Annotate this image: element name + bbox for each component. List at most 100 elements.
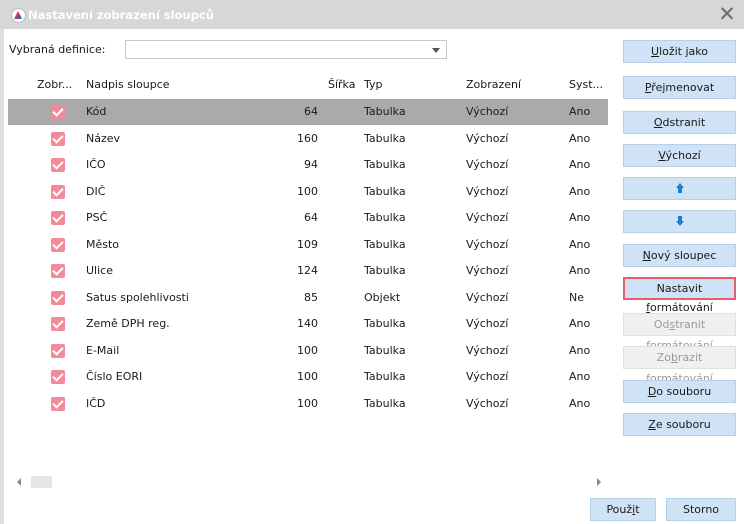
cell-caption: Název [86, 131, 121, 145]
show-checkbox[interactable] [51, 237, 65, 252]
header-show[interactable]: Zobr... [37, 78, 72, 91]
cancel-button[interactable]: Storno [666, 498, 736, 521]
header-type[interactable]: Typ [364, 78, 383, 91]
show-checkbox[interactable] [51, 131, 65, 146]
table-row[interactable]: Země DPH reg. 140 Tabulka Výchozí Ano [8, 311, 608, 337]
from-file-button[interactable]: Ze souboru [623, 413, 736, 436]
table-row[interactable]: DIČ 100 Tabulka Výchozí Ano [8, 179, 608, 205]
cell-width: 64 [304, 105, 318, 118]
table-row[interactable]: Číslo EORI 100 Tabulka Výchozí Ano [8, 364, 608, 390]
cell-display: Výchozí [466, 317, 509, 330]
table-row[interactable]: PSČ 64 Tabulka Výchozí Ano [8, 205, 608, 231]
cell-system: Ano [569, 158, 591, 171]
header-system[interactable]: Syst... [569, 78, 603, 91]
cell-display: Výchozí [466, 343, 509, 357]
definition-label: Vybraná definice: [9, 43, 106, 56]
show-checkbox[interactable] [51, 343, 65, 358]
cell-display: Výchozí [466, 396, 509, 410]
save-as-button[interactable]: Uložit jako [623, 40, 736, 63]
cell-caption: Město [86, 237, 120, 251]
scroll-right-icon[interactable] [597, 478, 601, 486]
cell-system: Ano [569, 396, 591, 410]
cell-system: Ano [569, 131, 591, 145]
cell-display: Výchozí [466, 158, 509, 171]
window-title: Nastavení zobrazení sloupců [28, 8, 214, 22]
show-checkbox[interactable] [51, 317, 65, 331]
rename-button[interactable]: Přejmenovat [623, 76, 736, 99]
cell-type: Tabulka [364, 370, 406, 383]
cell-display: Výchozí [466, 290, 509, 304]
cell-type: Tabulka [364, 343, 406, 357]
cell-type: Tabulka [364, 211, 406, 224]
cell-width: 100 [297, 184, 318, 198]
cell-display: Výchozí [466, 131, 509, 145]
cell-caption: Satus spolehlivosti [86, 290, 189, 304]
cell-system: Ano [569, 211, 591, 224]
scroll-left-icon[interactable] [17, 478, 21, 486]
show-checkbox[interactable] [51, 158, 65, 172]
cell-caption: IČD [86, 396, 106, 410]
show-checkbox[interactable] [51, 290, 65, 305]
new-column-button[interactable]: Nový sloupec [623, 244, 736, 267]
cell-type: Tabulka [364, 264, 406, 277]
cell-width: 100 [297, 396, 318, 410]
cell-display: Výchozí [466, 211, 509, 224]
move-down-button[interactable] [623, 210, 736, 233]
show-checkbox[interactable] [51, 211, 65, 225]
show-formatting-button[interactable]: Zobrazit formátování [623, 346, 736, 385]
show-checkbox[interactable] [51, 370, 65, 384]
move-up-button[interactable] [623, 177, 736, 200]
cell-caption: PSČ [86, 211, 108, 224]
app-logo-icon [11, 8, 26, 23]
table-row[interactable]: IČO 94 Tabulka Výchozí Ano [8, 152, 608, 178]
table-row[interactable]: E-Mail 100 Tabulka Výchozí Ano [8, 338, 608, 364]
dropdown-arrow-icon[interactable] [432, 48, 440, 53]
definition-select[interactable] [125, 40, 447, 59]
remove-formatting-button[interactable]: Odstranit formátování [623, 313, 736, 352]
cell-system: Ano [569, 184, 591, 198]
columns-table: Zobr... Nadpis sloupce Šířka Typ Zobraze… [8, 72, 608, 492]
table-row[interactable]: IČD 100 Tabulka Výchozí Ano [8, 391, 608, 417]
scroll-thumb[interactable] [31, 476, 52, 488]
horizontal-scrollbar[interactable] [8, 475, 608, 489]
cell-system: Ano [569, 343, 591, 357]
arrow-down-icon [675, 216, 685, 226]
header-caption[interactable]: Nadpis sloupce [86, 78, 170, 91]
cell-caption: Země DPH reg. [86, 317, 170, 330]
cell-system: Ne [569, 290, 584, 304]
cell-width: 124 [297, 264, 318, 277]
cell-type: Tabulka [364, 131, 406, 145]
close-icon[interactable]: ✕ [716, 3, 738, 25]
cell-type: Tabulka [364, 158, 406, 171]
table-row[interactable]: Ulice 124 Tabulka Výchozí Ano [8, 258, 608, 284]
cell-system: Ano [569, 237, 591, 251]
cell-width: 94 [304, 158, 318, 171]
remove-button[interactable]: Odstranit [623, 111, 736, 134]
left-border [0, 29, 4, 524]
cell-display: Výchozí [466, 370, 509, 383]
header-display[interactable]: Zobrazení [466, 78, 521, 91]
cell-width: 100 [297, 343, 318, 357]
set-formatting-button[interactable]: Nastavit formátování [623, 277, 736, 314]
header-width[interactable]: Šířka [328, 78, 355, 91]
cell-width: 100 [297, 370, 318, 383]
table-row[interactable]: Kód 64 Tabulka Výchozí Ano [8, 99, 608, 125]
cell-display: Výchozí [466, 237, 509, 251]
cell-system: Ano [569, 264, 591, 277]
to-file-button[interactable]: Do souboru [623, 380, 736, 403]
show-checkbox[interactable] [51, 264, 65, 278]
cell-system: Ano [569, 105, 591, 118]
cell-type: Tabulka [364, 317, 406, 330]
show-checkbox[interactable] [51, 396, 65, 411]
apply-button[interactable]: Použit [590, 498, 656, 521]
cell-type: Tabulka [364, 396, 406, 410]
default-button[interactable]: Výchozí [623, 144, 736, 167]
cell-caption: Číslo EORI [86, 370, 143, 383]
show-checkbox[interactable] [51, 105, 65, 119]
table-row[interactable]: Město 109 Tabulka Výchozí Ano [8, 232, 608, 258]
show-checkbox[interactable] [51, 184, 65, 199]
table-row[interactable]: Název 160 Tabulka Výchozí Ano [8, 126, 608, 152]
cell-display: Výchozí [466, 184, 509, 198]
table-row[interactable]: Satus spolehlivosti 85 Objekt Výchozí Ne [8, 285, 608, 311]
cell-display: Výchozí [466, 105, 509, 118]
